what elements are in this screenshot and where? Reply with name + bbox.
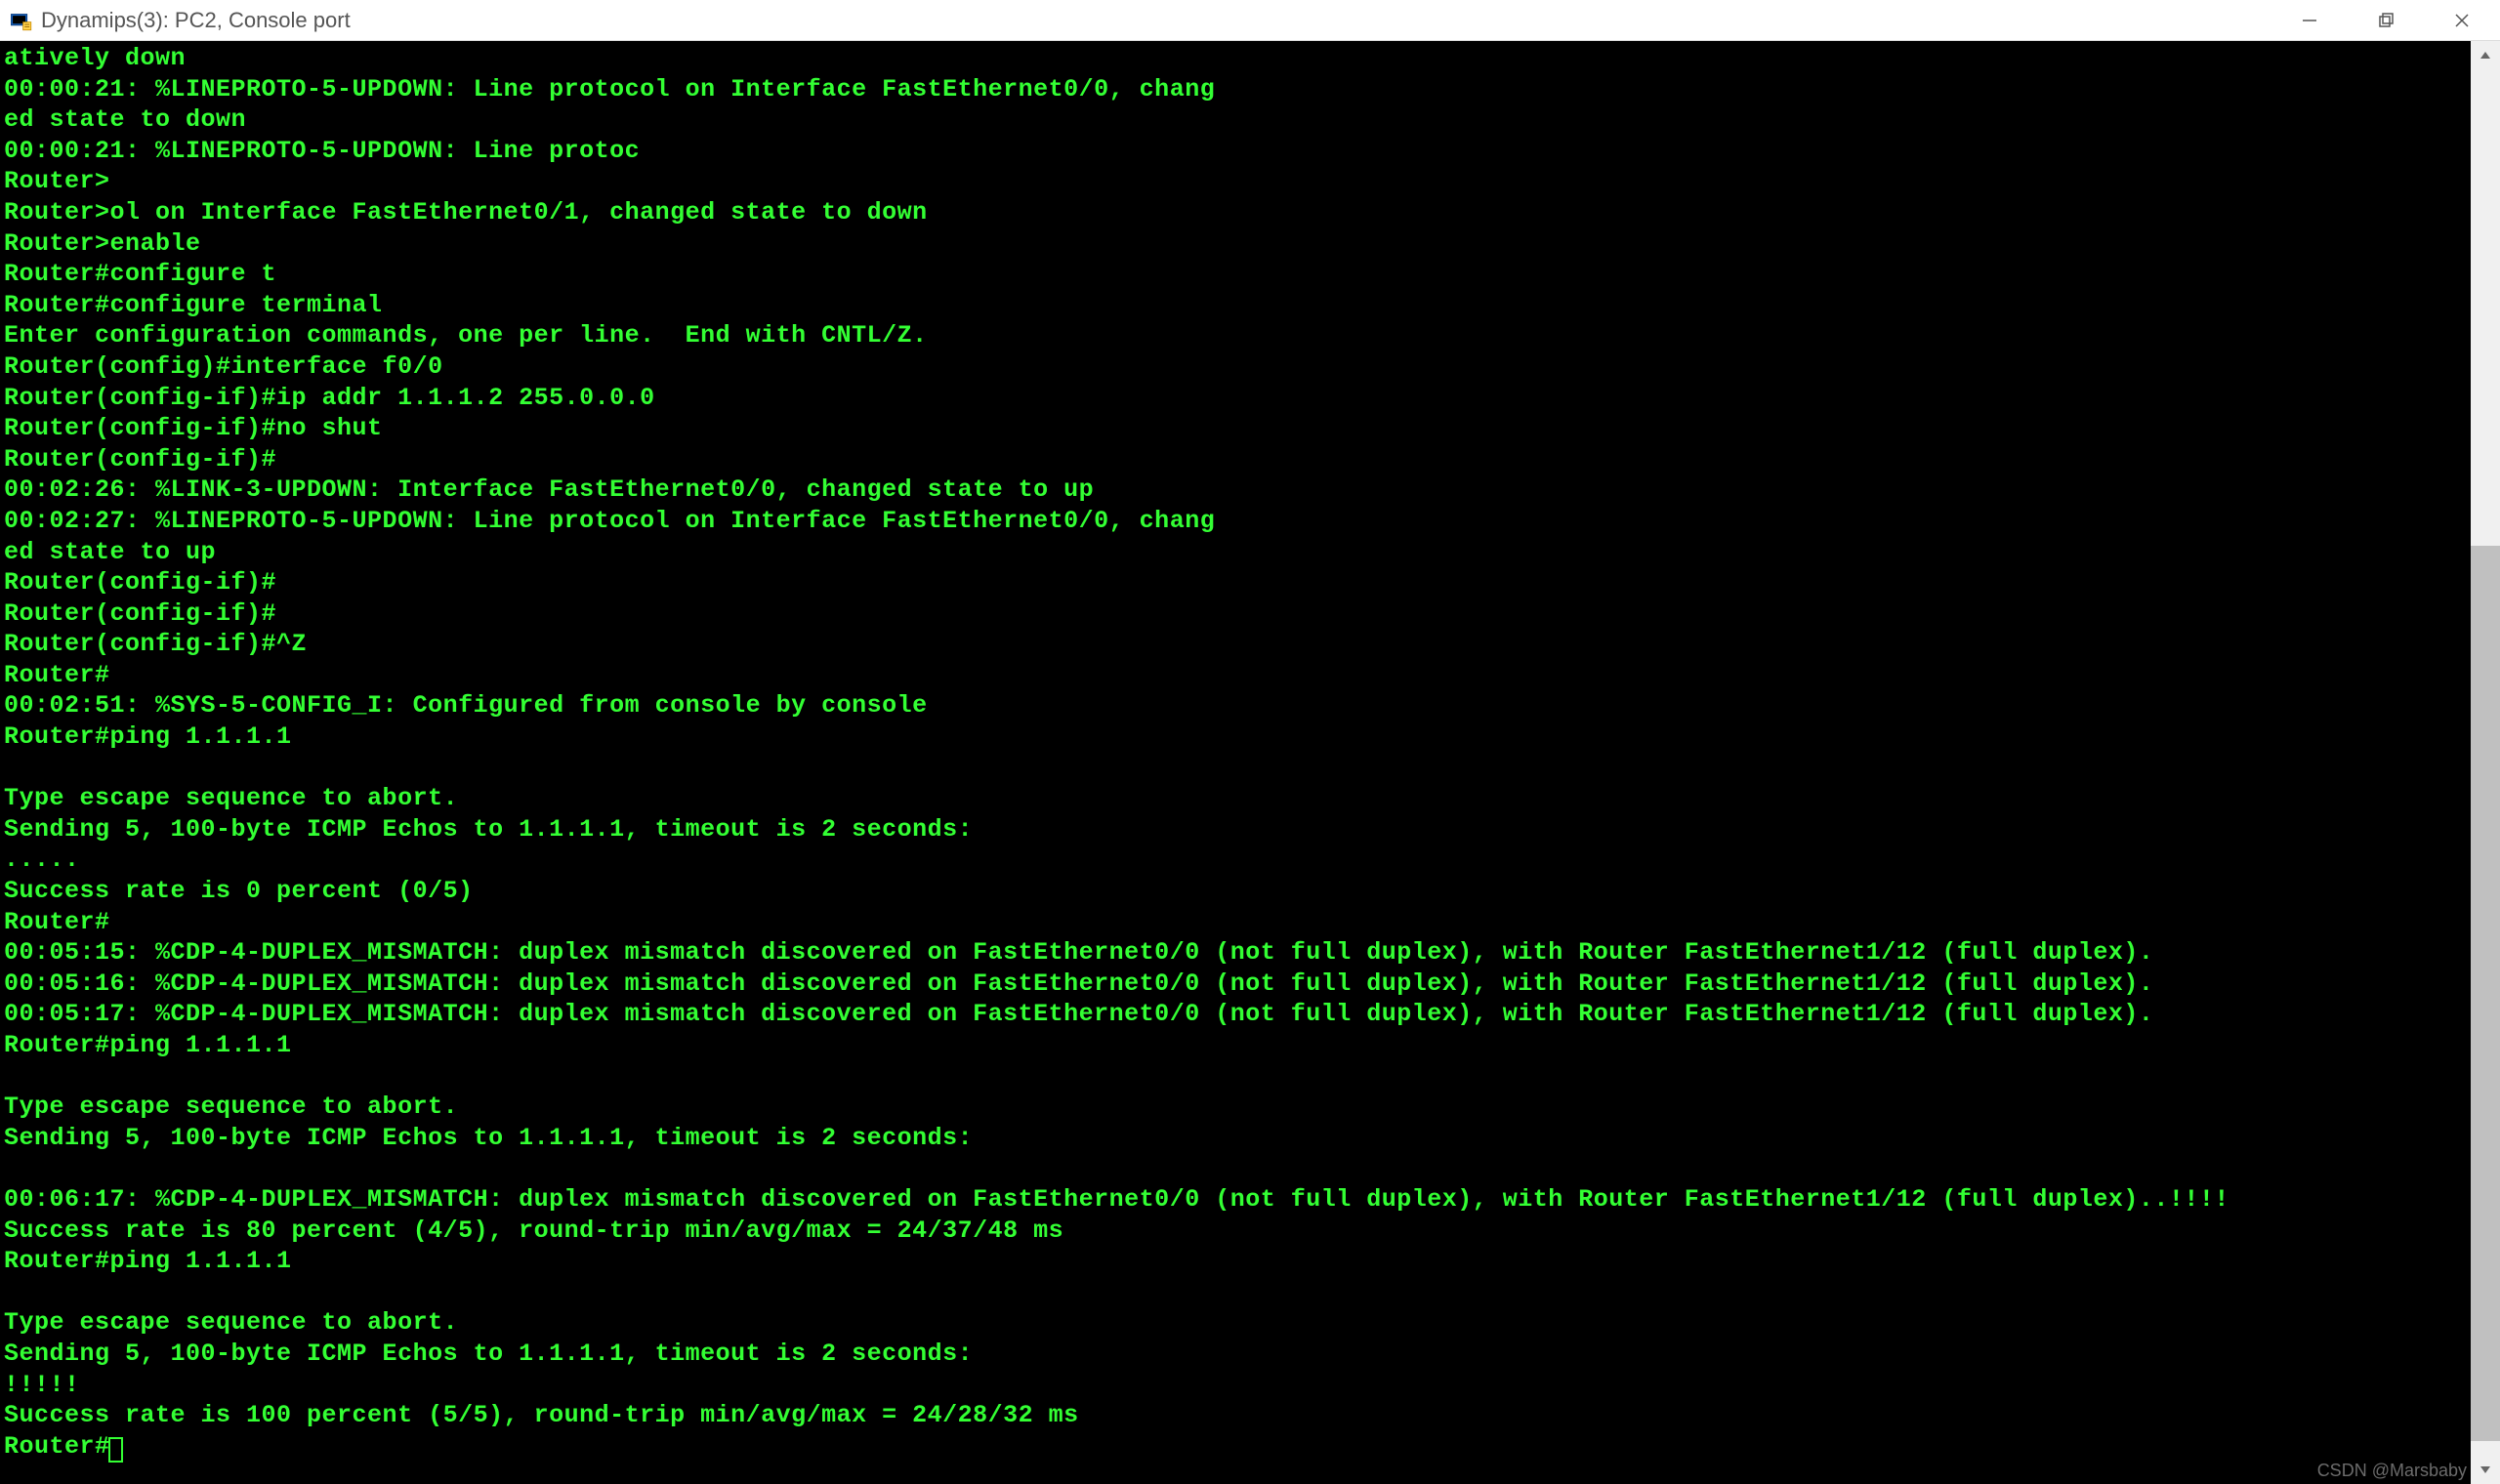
window-titlebar[interactable]: Dynamips(3): PC2, Console port <box>0 0 2500 41</box>
terminal-container: atively down 00:00:21: %LINEPROTO-5-UPDO… <box>0 41 2500 1484</box>
putty-icon <box>8 7 35 34</box>
vertical-scrollbar[interactable] <box>2471 41 2500 1484</box>
minimize-button[interactable] <box>2271 0 2348 40</box>
maximize-button[interactable] <box>2348 0 2424 40</box>
window-controls <box>2271 0 2500 40</box>
scroll-down-button[interactable] <box>2471 1455 2500 1484</box>
terminal-output[interactable]: atively down 00:00:21: %LINEPROTO-5-UPDO… <box>0 41 2471 1484</box>
close-button[interactable] <box>2424 0 2500 40</box>
scroll-thumb[interactable] <box>2471 546 2500 1440</box>
window-title: Dynamips(3): PC2, Console port <box>41 8 2271 33</box>
scroll-up-button[interactable] <box>2471 41 2500 70</box>
